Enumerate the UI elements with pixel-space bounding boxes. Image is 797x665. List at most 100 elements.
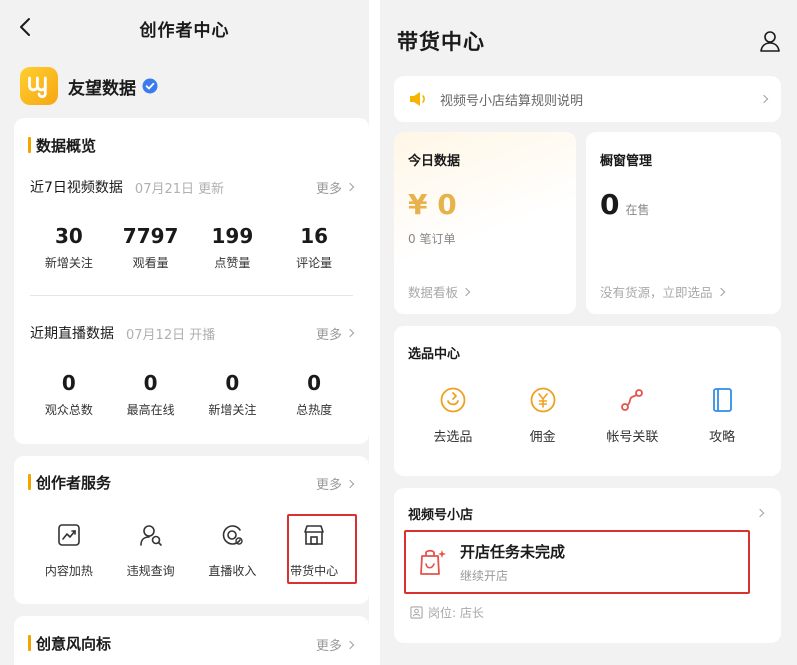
stat-label: 总热度: [296, 403, 333, 417]
video-data-label: 近7日视频数据: [30, 180, 123, 196]
today-data-card[interactable]: 今日数据 ¥ 0 0 笔订单 数据看板: [394, 132, 576, 314]
sales-center-panel: 带货中心 视频号小店结算规则说明 今日数据 ¥ 0 0 笔订单 数据看板 橱窗管…: [380, 0, 797, 665]
live-data-date: 07月12日 开播: [126, 327, 216, 343]
page-title: 带货中心: [397, 30, 485, 54]
id-card-icon: [410, 606, 423, 619]
live-data-label: 近期直播数据: [30, 326, 114, 342]
link-label: 数据看板: [408, 285, 459, 300]
more-label: 更多: [315, 327, 342, 343]
stat-item[interactable]: 0 总热度: [273, 371, 355, 418]
creative-trends-card: 创意风向标 更多: [14, 616, 369, 665]
notice-text: 视频号小店结算规则说明: [440, 93, 584, 109]
card-title: 橱窗管理: [600, 154, 653, 169]
video-stats: 30 新增关注 7797 观看量 199 点赞量 16 评论量: [28, 224, 355, 271]
live-income-icon: [223, 525, 244, 545]
data-dashboard-link[interactable]: 数据看板: [408, 282, 471, 301]
showcase-count-suffix: 在售: [625, 203, 650, 217]
video-data-more-link[interactable]: 更多: [315, 178, 355, 197]
user-icon[interactable]: [759, 30, 781, 52]
stat-item[interactable]: 0 最高在线: [110, 371, 192, 418]
today-amount: ¥ 0: [408, 188, 457, 221]
more-label: 更多: [315, 639, 342, 654]
live-stats: 0 观众总数 0 最高在线 0 新增关注 0 总热度: [28, 371, 355, 418]
stat-item[interactable]: 30 新增关注: [28, 224, 110, 271]
stat-item[interactable]: 0 观众总数: [28, 371, 110, 418]
shop-position: 岗位: 店长: [410, 604, 484, 621]
chevron-right-icon: [461, 287, 471, 296]
top-bar: 创作者中心: [0, 0, 369, 54]
video-data-date: 07月21日 更新: [134, 181, 225, 197]
verified-badge-icon: [142, 78, 158, 94]
service-label: 违规查询: [126, 564, 175, 578]
chevron-right-icon[interactable]: [755, 508, 765, 518]
sales-center-highlight-box: [287, 514, 357, 584]
open-shop-highlight-box: [404, 530, 750, 594]
selection-label: 佣金: [529, 430, 556, 445]
stat-label: 点赞量: [214, 256, 251, 270]
showcase-management-card[interactable]: 橱窗管理 0 在售 没有货源，立即选品: [586, 132, 781, 314]
more-label: 更多: [315, 181, 342, 197]
chevron-right-icon: [345, 182, 355, 192]
live-data-more-link[interactable]: 更多: [315, 324, 355, 343]
stat-label: 新增关注: [44, 256, 93, 270]
chevron-right-icon: [345, 479, 355, 488]
stat-item[interactable]: 16 评论量: [273, 224, 355, 271]
selection-row: 去选品 佣金 帐号关联 攻略: [408, 386, 767, 445]
stat-label: 观众总数: [44, 403, 93, 417]
card-title: 选品中心: [408, 347, 461, 362]
stat-value: 7797: [122, 224, 179, 248]
showcase-count-row: 0 在售: [600, 188, 650, 221]
stat-label: 最高在线: [126, 403, 175, 417]
service-label: 内容加热: [44, 564, 93, 578]
commission-yen-icon: [530, 387, 556, 413]
guide-book-icon: [713, 388, 733, 412]
account-link-icon: [621, 389, 644, 411]
link-label: 没有货源，立即选品: [600, 285, 713, 300]
stat-value: 0: [225, 371, 240, 395]
card-title: 数据概览: [28, 135, 96, 156]
selection-commission[interactable]: 佣金: [498, 386, 588, 445]
stat-item[interactable]: 0 新增关注: [192, 371, 274, 418]
service-live-income[interactable]: 直播收入: [192, 516, 274, 592]
position-text: 岗位: 店长: [428, 606, 484, 620]
card-title: 今日数据: [408, 154, 461, 169]
creator-services-card: 创作者服务 更多 内容加热 违规查询 直播收入 带货中心: [14, 456, 369, 604]
stat-label: 观看量: [132, 256, 169, 270]
chevron-right-icon: [345, 328, 355, 338]
creator-center-panel: 创作者中心 友望数据 数据概览 近7日视频数据 07月21日 更新 更多 30 新…: [0, 0, 369, 665]
services-more-link[interactable]: 更多: [316, 474, 355, 493]
selection-pick-products[interactable]: 去选品: [408, 386, 498, 445]
card-title: 创意风向标: [28, 633, 111, 654]
profile[interactable]: 友望数据: [20, 66, 158, 106]
stat-value: 199: [211, 224, 254, 248]
video-data-header: 近7日视频数据 07月21日 更新 更多: [30, 177, 355, 197]
person-search-icon: [139, 525, 162, 546]
trend-chart-icon: [58, 524, 80, 546]
stat-value: 16: [300, 224, 329, 248]
settlement-notice-bar[interactable]: 视频号小店结算规则说明: [394, 76, 781, 122]
selection-account-link[interactable]: 帐号关联: [588, 386, 678, 445]
stat-value: 0: [143, 371, 158, 395]
trends-more-link[interactable]: 更多: [315, 635, 355, 654]
account-logo: [20, 67, 58, 105]
speaker-icon: [410, 92, 425, 106]
stat-item[interactable]: 199 点赞量: [192, 224, 274, 271]
card-title: 视频号小店: [408, 508, 474, 523]
chevron-right-icon: [759, 94, 769, 104]
live-data-header: 近期直播数据 07月12日 开播 更多: [30, 323, 355, 343]
page-title: 创作者中心: [139, 21, 230, 41]
account-name: 友望数据: [68, 78, 136, 99]
service-violation-query[interactable]: 违规查询: [110, 516, 192, 592]
chevron-right-icon: [716, 287, 725, 296]
showcase-count: 0: [600, 188, 620, 221]
card-title: 创作者服务: [28, 472, 111, 493]
service-label: 直播收入: [208, 564, 257, 578]
pick-products-icon: [440, 387, 466, 413]
stat-item[interactable]: 7797 观看量: [110, 224, 192, 271]
pick-products-link[interactable]: 没有货源，立即选品: [600, 282, 725, 301]
stat-value: 0: [61, 371, 76, 395]
service-content-boost[interactable]: 内容加热: [28, 516, 110, 592]
selection-guide[interactable]: 攻略: [677, 386, 767, 445]
stat-label: 评论量: [296, 256, 333, 270]
stat-value: 0: [307, 371, 322, 395]
